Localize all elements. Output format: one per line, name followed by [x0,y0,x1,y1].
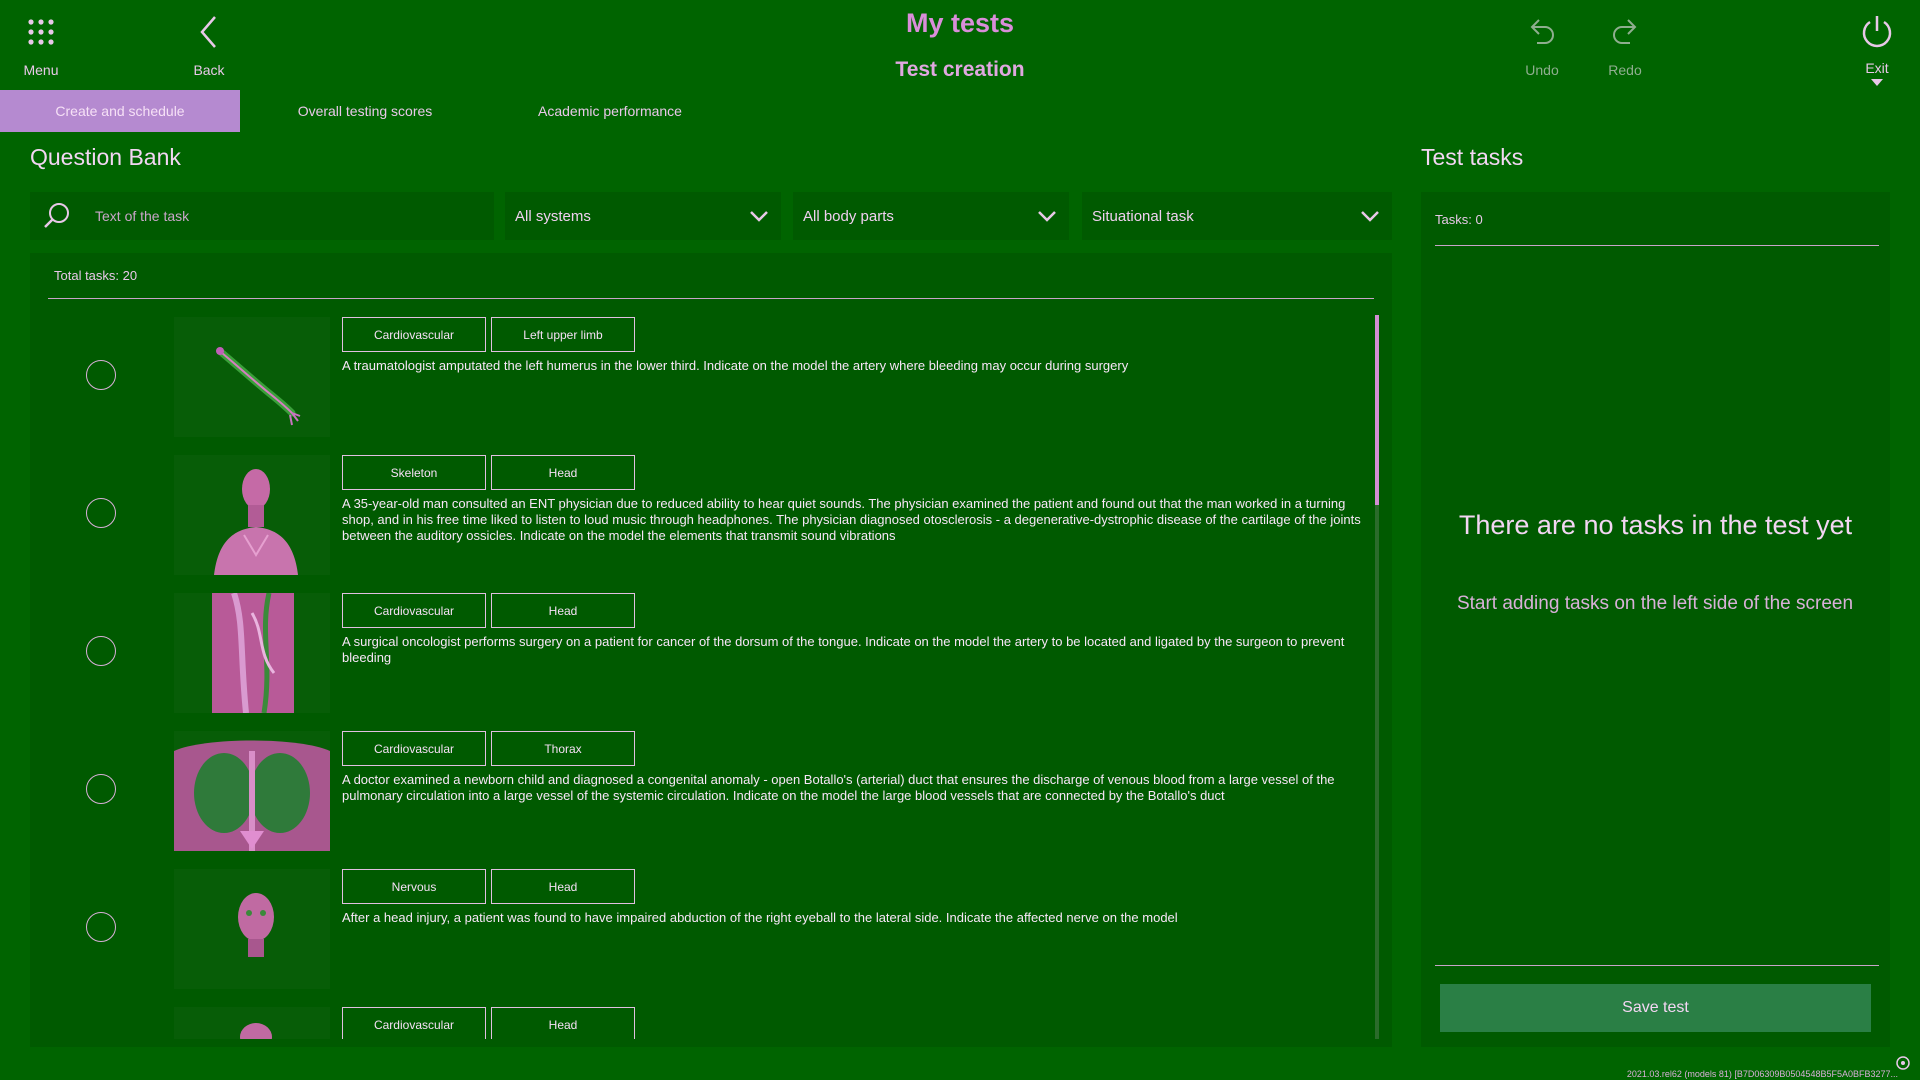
empty-state-subtitle: Start adding tasks on the left side of t… [1456,593,1854,614]
select-radio[interactable] [86,774,116,804]
exit-label: Exit [1865,60,1889,76]
question-text: A traumatologist amputated the left hume… [342,358,1129,373]
question-text: A doctor examined a newborn child and di… [342,772,1335,803]
question-text: A 35-year-old man consulted an ENT physi… [342,496,1361,543]
redo-icon [1580,12,1670,52]
test-tasks-title: Test tasks [1421,144,1524,170]
select-radio[interactable] [86,360,116,390]
settings-indicator-icon[interactable] [1895,1055,1911,1071]
tag-body-part: Head [491,869,635,904]
tag-body-part: Left upper limb [491,317,635,352]
tasks-count-label: Tasks: 0 [1435,212,1483,227]
head-model-thumbnail [174,1007,330,1039]
question-list: Cardiovascular Left upper limb A traumat… [30,315,1370,1039]
systems-filter-value: All systems [515,207,591,225]
neck-model-thumbnail [174,593,330,713]
body-parts-filter-value: All body parts [803,207,894,225]
undo-icon [1497,12,1587,52]
question-text: After a head injury, a patient was found… [342,910,1178,925]
tag-system: Nervous [342,869,486,904]
test-tasks-panel: Tasks: 0 There are no tasks in the test … [1421,192,1890,1047]
search-icon [34,192,80,240]
power-icon [1832,12,1920,52]
chevron-down-icon [1038,211,1056,222]
tag-system: Skeleton [342,455,486,490]
task-type-filter-value: Situational task [1092,207,1194,225]
tag-system: Cardiovascular [342,1007,486,1039]
divider [1435,245,1879,246]
tab-create-and-schedule[interactable]: Create and schedule [0,90,240,132]
bust-model-thumbnail [174,455,330,575]
search-box [30,192,494,240]
task-type-filter-dropdown[interactable]: Situational task [1082,192,1392,240]
caret-down-icon [1871,79,1883,86]
body-parts-filter-dropdown[interactable]: All body parts [793,192,1069,240]
tag-system: Cardiovascular [342,593,486,628]
save-test-button[interactable]: Save test [1440,984,1871,1032]
question-row[interactable]: Cardiovascular Thorax A doctor examined … [30,729,1370,853]
question-row[interactable]: Cardiovascular Left upper limb A traumat… [30,315,1370,439]
select-radio[interactable] [86,636,116,666]
question-bank-title: Question Bank [30,144,181,170]
redo-button[interactable]: Redo [1580,12,1670,78]
question-row[interactable]: Skeleton Head A 35-year-old man consulte… [30,453,1370,577]
question-text: A surgical oncologist performs surgery o… [342,634,1345,665]
scrollbar-thumb[interactable] [1375,315,1379,505]
chevron-down-icon [1361,211,1379,222]
undo-button[interactable]: Undo [1497,12,1587,78]
question-row[interactable]: Cardiovascular Head [30,1005,1370,1039]
arm-model-thumbnail [174,317,330,437]
tag-body-part: Head [491,455,635,490]
redo-label: Redo [1608,62,1642,78]
version-text: 2021.03.rel62 (models 81) [B7D06309B0504… [1626,1069,1898,1079]
tab-academic-performance[interactable]: Academic performance [490,90,730,132]
tag-body-part: Thorax [491,731,635,766]
divider [1435,965,1879,966]
thorax-model-thumbnail [174,731,330,851]
tab-overall-testing-scores[interactable]: Overall testing scores [240,90,490,132]
question-list-panel: Total tasks: 20 Cardiovascular Left uppe… [30,253,1392,1047]
tag-system: Cardiovascular [342,731,486,766]
tag-body-part: Head [491,1007,635,1039]
question-row[interactable]: Nervous Head After a head injury, a pati… [30,867,1370,991]
head-model-thumbnail [174,869,330,989]
tag-body-part: Head [491,593,635,628]
total-tasks-label: Total tasks: 20 [54,268,138,283]
search-input[interactable] [80,192,494,240]
empty-state-title: There are no tasks in the test yet [1458,510,1853,540]
systems-filter-dropdown[interactable]: All systems [505,192,781,240]
undo-label: Undo [1525,62,1559,78]
select-radio[interactable] [86,498,116,528]
divider [48,298,1374,299]
tag-system: Cardiovascular [342,317,486,352]
question-row[interactable]: Cardiovascular Head A surgical oncologis… [30,591,1370,715]
exit-button[interactable]: Exit [1832,12,1920,86]
select-radio[interactable] [86,912,116,942]
chevron-down-icon [750,211,768,222]
